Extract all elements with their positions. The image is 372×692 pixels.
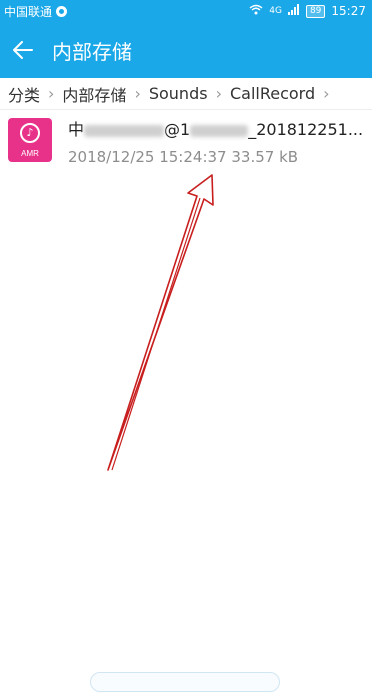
chevron-right-icon: › bbox=[215, 84, 222, 103]
battery-icon: 89 bbox=[305, 4, 326, 18]
file-size: 33.57 kB bbox=[231, 148, 299, 166]
file-name: 中 @1 _201812251... bbox=[68, 118, 368, 142]
page-title: 内部存储 bbox=[52, 39, 132, 64]
bottom-action-button[interactable] bbox=[90, 672, 280, 692]
network-type-label: 4G bbox=[269, 6, 282, 16]
clock: 15:27 bbox=[331, 4, 366, 18]
file-date: 2018/12/25 15:24:37 bbox=[68, 148, 227, 166]
file-name-middle: @1 bbox=[164, 120, 191, 139]
status-left: 中国联通 bbox=[4, 3, 68, 20]
status-right: 4G 89 15:27 bbox=[249, 4, 366, 18]
breadcrumb-item-category[interactable]: 分类 bbox=[8, 82, 40, 106]
notification-icon bbox=[56, 5, 68, 17]
file-name-suffix: _201812251... bbox=[248, 120, 364, 139]
breadcrumb-item-internal-storage[interactable]: 内部存储 bbox=[62, 82, 126, 106]
app-header: 内部存储 bbox=[0, 22, 372, 78]
signal-icon bbox=[287, 4, 300, 18]
blurred-number-segment bbox=[190, 124, 249, 137]
wifi-icon bbox=[249, 4, 263, 18]
file-name-prefix: 中 bbox=[68, 120, 85, 139]
music-note-icon: ♪ bbox=[20, 123, 40, 143]
breadcrumb-item-callrecord[interactable]: CallRecord bbox=[230, 84, 315, 103]
chevron-right-icon: › bbox=[323, 84, 330, 103]
breadcrumb: 分类 › 内部存储 › Sounds › CallRecord › bbox=[0, 78, 372, 110]
battery-level: 89 bbox=[309, 5, 322, 16]
status-bar: 中国联通 4G 89 15:27 bbox=[0, 0, 372, 22]
back-button[interactable] bbox=[0, 22, 46, 78]
file-list-item[interactable]: ♪ AMR 中 @1 _201812251... 2018/12/25 15:24:… bbox=[0, 112, 372, 178]
amr-audio-file-icon: ♪ AMR bbox=[8, 118, 52, 162]
file-info: 中 @1 _201812251... 2018/12/25 15:24:37 33.… bbox=[68, 118, 368, 166]
chevron-right-icon: › bbox=[48, 84, 55, 103]
back-arrow-icon bbox=[13, 41, 33, 59]
carrier-label: 中国联通 bbox=[4, 4, 53, 19]
file-meta: 2018/12/25 15:24:37 33.57 kB bbox=[68, 148, 368, 166]
blurred-name-segment bbox=[84, 124, 165, 137]
file-extension-label: AMR bbox=[21, 149, 39, 158]
breadcrumb-item-sounds[interactable]: Sounds bbox=[149, 84, 208, 103]
chevron-right-icon: › bbox=[134, 84, 141, 103]
